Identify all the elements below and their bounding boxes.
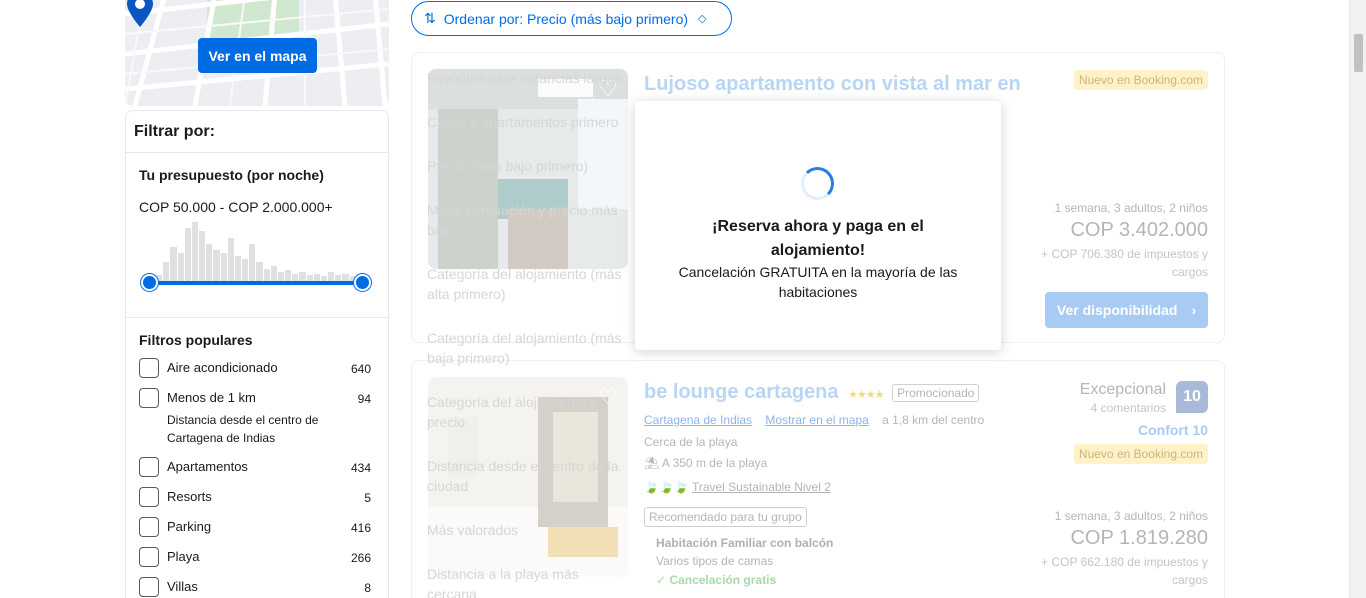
checkbox[interactable] [139,388,159,408]
filter-item-parking[interactable]: Parking 416 [139,517,375,537]
budget-title: Tu presupuesto (por noche) [139,167,324,183]
chevron-right-icon: › [1191,302,1197,318]
check-icon: ✓ [656,573,667,587]
sort-dropdown-button[interactable]: ⇅ Ordenar por: Precio (más bajo primero)… [411,1,732,36]
city-link[interactable]: Cartagena de Indias [644,413,752,427]
filter-header: Filtrar por: [126,111,388,153]
filter-item-beach[interactable]: Playa 266 [139,547,375,567]
loading-spinner-icon [801,167,834,200]
chevron-updown-icon: ◇ [698,13,707,25]
filter-item-apartments[interactable]: Apartamentos 434 [139,457,375,477]
page-scrollbar[interactable] [1349,0,1366,598]
see-availability-label: Ver disponibilidad [1056,302,1178,318]
sustainability-label: Travel Sustainable Nivel 2 [691,480,831,494]
loading-modal: ¡Reserva ahora y paga en el alojamiento!… [635,101,1001,350]
filter-label: Villas [167,579,198,594]
filter-item-villas[interactable]: Villas 8 [139,577,375,597]
recommended-badge: Recomendado para tu grupo [644,507,807,527]
sort-option[interactable]: Más valorados [427,520,627,540]
sort-option[interactable]: Distancia desde el centro de la ciudad [427,456,627,496]
price: COP 1.819.280 [1070,527,1208,549]
checkbox[interactable] [139,487,159,507]
price: COP 3.402.000 [1070,219,1208,241]
filter-label: Resorts [167,489,212,504]
filter-label: Apartamentos [167,459,248,474]
checkbox[interactable] [139,457,159,477]
popular-filters: Filtros populares Aire acondicionado 640… [126,318,388,598]
filter-panel: Filtrar por: Tu presupuesto (por noche) … [125,110,389,598]
stay-info: 1 semana, 3 adultos, 2 niños [1054,201,1208,215]
sort-option[interactable]: Distancia a la playa más cercana [427,564,627,598]
new-badge: Nuevo en Booking.com [1073,70,1208,90]
budget-range: COP 50.000 - COP 2.000.000+ [139,199,333,215]
score-label: Excepcional [1079,381,1166,398]
filter-label: Aire acondicionado [167,360,278,375]
promoted-badge: Promocionado [892,383,980,402]
review-count: 4 comentarios [1090,401,1166,415]
view-on-map-button[interactable]: Ver en el mapa [198,38,317,73]
free-cancellation: ✓ Cancelación gratis [656,573,777,587]
beach-distance-line: ⛱ A 350 m de la playa [644,456,767,470]
taxes: + COP 662.180 de impuestos y cargos [1041,555,1208,587]
see-availability-button[interactable]: Ver disponibilidad › [1045,292,1208,328]
distance-from-center: a 1,8 km del centro [882,413,985,427]
show-on-map-link[interactable]: Mostrar en el mapa [765,413,868,427]
property-title[interactable]: be lounge cartagena ★★★★ Promocionado [644,381,980,404]
filter-sublabel: Distancia desde el centro de Cartagena d… [167,413,319,445]
filter-item-resorts[interactable]: Resorts 5 [139,487,375,507]
property-name: be lounge cartagena [644,381,839,403]
location-line: Cartagena de Indias Mostrar en el mapa a… [644,413,984,427]
price-histogram [156,219,356,281]
budget-slider-max-handle[interactable] [354,274,371,291]
beach-distance: A 350 m de la playa [661,456,768,470]
filter-count: 434 [350,461,371,475]
beach-umbrella-icon: ⛱ [644,456,660,470]
near-beach: Cerca de la playa [644,435,738,449]
sort-option[interactable]: Favoritos para estancias largas [427,68,627,88]
review-score[interactable]: 10 [1176,381,1208,413]
filter-label: Menos de 1 km [167,390,256,405]
sort-option[interactable]: Casas y apartamentos primero [427,112,627,132]
modal-title: ¡Reserva ahora y paga en el alojamiento! [712,218,924,259]
checkbox[interactable] [139,547,159,567]
sort-label: Ordenar por: Precio (más bajo primero) [443,10,689,27]
popular-filters-title: Filtros populares [139,332,253,348]
filter-count: 266 [350,551,371,565]
taxes: + COP 706.380 de impuestos y cargos [1041,247,1208,279]
new-badge: Nuevo en Booking.com [1073,444,1208,464]
room-name: Habitación Familiar con balcón [656,536,834,550]
map-pin-icon [127,0,153,27]
sort-option[interactable]: Categoría del alojamiento y precio [427,392,627,432]
map-preview[interactable]: Ver en el mapa [125,0,389,106]
budget-slider-track[interactable] [149,281,363,285]
bed-types: Varios tipos de camas [656,554,774,568]
filter-label: Playa [167,549,200,564]
checkbox[interactable] [139,517,159,537]
leaf-icon: 🍃🍃🍃 [644,480,689,494]
stay-info: 1 semana, 3 adultos, 2 niños [1054,509,1208,523]
filter-count: 416 [350,521,371,535]
sort-option[interactable]: Mejor puntuación y precio más bajo [427,200,627,240]
filter-item-less-than-1km[interactable]: Menos de 1 km Distancia desde el centro … [139,388,375,447]
comfort-score: Confort 10 [1138,422,1208,438]
budget-slider-min-handle[interactable] [141,274,158,291]
filter-count: 640 [350,362,371,376]
checkbox[interactable] [139,577,159,597]
modal-text: Cancelación GRATUITA en la mayoría de la… [678,264,958,300]
checkbox[interactable] [139,358,159,378]
sustainability-line[interactable]: 🍃🍃🍃 Travel Sustainable Nivel 2 [644,480,831,494]
scrollbar-thumb[interactable] [1354,34,1363,72]
filter-count: 5 [364,491,371,505]
sort-arrows-icon: ⇅ [424,10,436,26]
filter-count: 8 [364,581,371,595]
filter-label: Parking [167,519,212,534]
sort-option[interactable]: Categoría del alojamiento (más alta prim… [427,264,627,304]
sort-option[interactable]: Categoría del alojamiento (más baja prim… [427,328,627,368]
filter-item-air-conditioning[interactable]: Aire acondicionado 640 [139,358,375,378]
sort-option[interactable]: Precio (más bajo primero) [427,156,627,176]
star-rating: ★★★★ [848,389,884,401]
filter-count: 94 [357,392,371,406]
property-title[interactable]: Lujoso apartamento con vista al mar en [644,73,1021,96]
